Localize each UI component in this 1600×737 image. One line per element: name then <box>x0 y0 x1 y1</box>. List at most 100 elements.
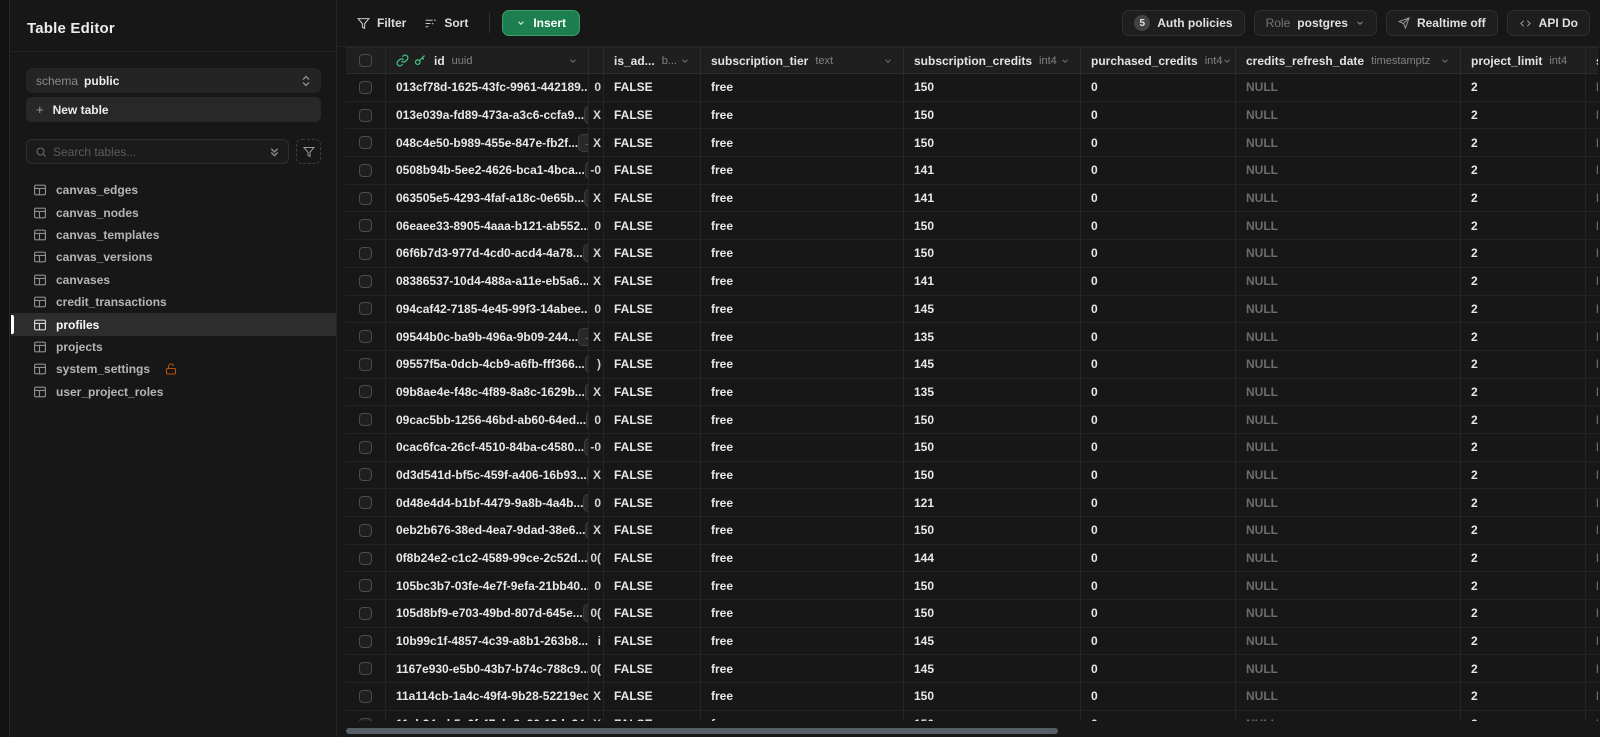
cell-clipped-last[interactable]: NULL <box>1586 572 1598 599</box>
sidebar-item-credit_transactions[interactable]: credit_transactions <box>26 291 321 313</box>
cell-is-admin[interactable]: FALSE <box>604 710 701 721</box>
cell-credits-refresh-date[interactable]: NULL <box>1236 350 1461 378</box>
cell-subscription-credits[interactable]: 150 <box>904 710 1081 721</box>
cell-clipped-last[interactable]: NULL <box>1586 240 1598 267</box>
cell-subscription-credits[interactable]: 150 <box>904 572 1081 600</box>
row-checkbox[interactable] <box>359 80 372 94</box>
cell-clipped-last[interactable]: NULL <box>1586 683 1598 710</box>
cell-purchased-credits[interactable]: 0 <box>1081 323 1236 350</box>
row-checkbox[interactable] <box>359 496 372 510</box>
cell-clipped-last[interactable]: NULL <box>1586 323 1598 350</box>
cell-purchased-credits[interactable]: 0 <box>1081 157 1236 184</box>
cell-id[interactable]: 0f8b24e2-c1c2-4589-99ce-2c52d...→ <box>386 544 589 572</box>
cell-credits-refresh-date[interactable]: NULL <box>1236 212 1461 240</box>
cell-id[interactable]: 11ab34cd-5e6f-47ab-8c90-12de34...→ <box>386 710 589 721</box>
cell-subscription-credits[interactable]: 150 <box>904 101 1081 129</box>
row-checkbox[interactable] <box>359 246 372 260</box>
cell-id[interactable]: 105d8bf9-e703-49bd-807d-645e...→ <box>386 600 589 627</box>
cell-clipped-last[interactable]: NULL <box>1586 296 1598 323</box>
cell-subscription-tier[interactable]: free <box>701 378 904 406</box>
row-checkbox[interactable] <box>359 191 372 205</box>
cell-is-admin[interactable]: FALSE <box>604 433 701 461</box>
cell-id[interactable]: 09cac5bb-1256-46bd-ab60-64ed...→ <box>386 406 589 433</box>
row-checkbox[interactable] <box>359 330 372 344</box>
cell-is-admin[interactable]: FALSE <box>604 655 701 683</box>
cell-subscription-credits[interactable]: 121 <box>904 489 1081 516</box>
row-checkbox[interactable] <box>359 551 372 565</box>
chevron-down-icon[interactable] <box>1060 56 1070 66</box>
cell-project-limit[interactable]: 2 <box>1461 240 1586 267</box>
new-table-button[interactable]: + New table <box>26 97 321 122</box>
cell-purchased-credits[interactable]: 0 <box>1081 655 1236 683</box>
role-select[interactable]: Role postgres <box>1253 10 1377 36</box>
cell-project-limit[interactable]: 2 <box>1461 212 1586 240</box>
cell-subscription-tier[interactable]: free <box>701 184 904 212</box>
cell-purchased-credits[interactable]: 0 <box>1081 267 1236 295</box>
cell-purchased-credits[interactable]: 0 <box>1081 433 1236 461</box>
cell-is-admin[interactable]: FALSE <box>604 295 701 323</box>
cell-subscription-credits[interactable]: 150 <box>904 212 1081 240</box>
cell-project-limit[interactable]: 2 <box>1461 129 1586 157</box>
cell-project-limit[interactable]: 2 <box>1461 157 1586 184</box>
sidebar-item-canvas_nodes[interactable]: canvas_nodes <box>26 201 321 223</box>
cell-purchased-credits[interactable]: 0 <box>1081 600 1236 627</box>
cell-subscription-credits[interactable]: 150 <box>904 517 1081 544</box>
sidebar-item-canvas_versions[interactable]: canvas_versions <box>26 246 321 268</box>
cell-project-limit[interactable]: 2 <box>1461 655 1586 683</box>
cell-id[interactable]: 06eaee33-8905-4aaa-b121-ab552...→ <box>386 212 589 240</box>
cell-subscription-tier[interactable]: free <box>701 350 904 378</box>
cell-purchased-credits[interactable]: 0 <box>1081 489 1236 516</box>
cell-id[interactable]: 094caf42-7185-4e45-99f3-14abee...→ <box>386 295 589 323</box>
cell-credits-refresh-date[interactable]: NULL <box>1236 323 1461 350</box>
cell-project-limit[interactable]: 2 <box>1461 627 1586 655</box>
cell-subscription-credits[interactable]: 144 <box>904 544 1081 572</box>
cell-project-limit[interactable]: 2 <box>1461 184 1586 212</box>
row-checkbox[interactable] <box>359 274 372 288</box>
cell-subscription-tier[interactable]: free <box>701 157 904 184</box>
cell-subscription-credits[interactable]: 145 <box>904 295 1081 323</box>
chevron-down-icon[interactable] <box>1440 56 1450 66</box>
cell-credits-refresh-date[interactable]: NULL <box>1236 129 1461 157</box>
cell-purchased-credits[interactable]: 0 <box>1081 544 1236 572</box>
row-checkbox[interactable] <box>359 302 372 316</box>
cell-clipped-last[interactable]: NULL <box>1586 462 1598 489</box>
cell-clipped-last[interactable]: NULL <box>1586 655 1598 682</box>
column-header-subscription_credits[interactable]: subscription_credits int4 <box>904 48 1081 73</box>
cell-subscription-credits[interactable]: 141 <box>904 157 1081 184</box>
insert-button[interactable]: Insert <box>502 10 581 36</box>
cell-clipped-last[interactable]: NULL <box>1586 351 1598 378</box>
row-checkbox[interactable] <box>359 523 372 537</box>
cell-subscription-credits[interactable]: 135 <box>904 378 1081 406</box>
sidebar-item-projects[interactable]: projects <box>26 336 321 358</box>
cell-credits-refresh-date[interactable]: NULL <box>1236 240 1461 267</box>
cell-subscription-tier[interactable]: free <box>701 544 904 572</box>
cell-purchased-credits[interactable]: 0 <box>1081 710 1236 721</box>
cell-is-admin[interactable]: FALSE <box>604 240 701 267</box>
cell-subscription-credits[interactable]: 145 <box>904 350 1081 378</box>
cell-id[interactable]: 0508b94b-5ee2-4626-bca1-4bca...→ <box>386 157 589 184</box>
cell-clipped-last[interactable]: NULL <box>1586 406 1598 433</box>
cell-clipped-last[interactable]: NULL <box>1586 711 1598 721</box>
cell-credits-refresh-date[interactable]: NULL <box>1236 489 1461 516</box>
sidebar-item-profiles[interactable]: profiles <box>11 313 336 336</box>
cell-project-limit[interactable]: 2 <box>1461 544 1586 572</box>
row-checkbox[interactable] <box>359 468 372 482</box>
column-header-id[interactable]: id uuid <box>386 48 589 73</box>
cell-project-limit[interactable]: 2 <box>1461 267 1586 295</box>
cell-clipped-last[interactable]: NULL <box>1586 628 1598 655</box>
cell-credits-refresh-date[interactable]: NULL <box>1236 655 1461 683</box>
cell-is-admin[interactable]: FALSE <box>604 267 701 295</box>
sidebar-item-canvas_templates[interactable]: canvas_templates <box>26 224 321 246</box>
cell-purchased-credits[interactable]: 0 <box>1081 517 1236 544</box>
cell-subscription-tier[interactable]: free <box>701 240 904 267</box>
cell-subscription-credits[interactable]: 150 <box>904 683 1081 710</box>
cell-purchased-credits[interactable]: 0 <box>1081 101 1236 129</box>
cell-is-admin[interactable]: FALSE <box>604 683 701 710</box>
cell-id[interactable]: 09b8ae4e-f48c-4f89-8a8c-1629b...→ <box>386 378 589 406</box>
cell-purchased-credits[interactable]: 0 <box>1081 295 1236 323</box>
cell-clipped-last[interactable]: NULL <box>1586 268 1598 295</box>
cell-subscription-credits[interactable]: 150 <box>904 600 1081 627</box>
cell-subscription-credits[interactable]: 145 <box>904 655 1081 683</box>
cell-project-limit[interactable]: 2 <box>1461 323 1586 350</box>
cell-clipped-last[interactable]: NULL <box>1586 600 1598 627</box>
